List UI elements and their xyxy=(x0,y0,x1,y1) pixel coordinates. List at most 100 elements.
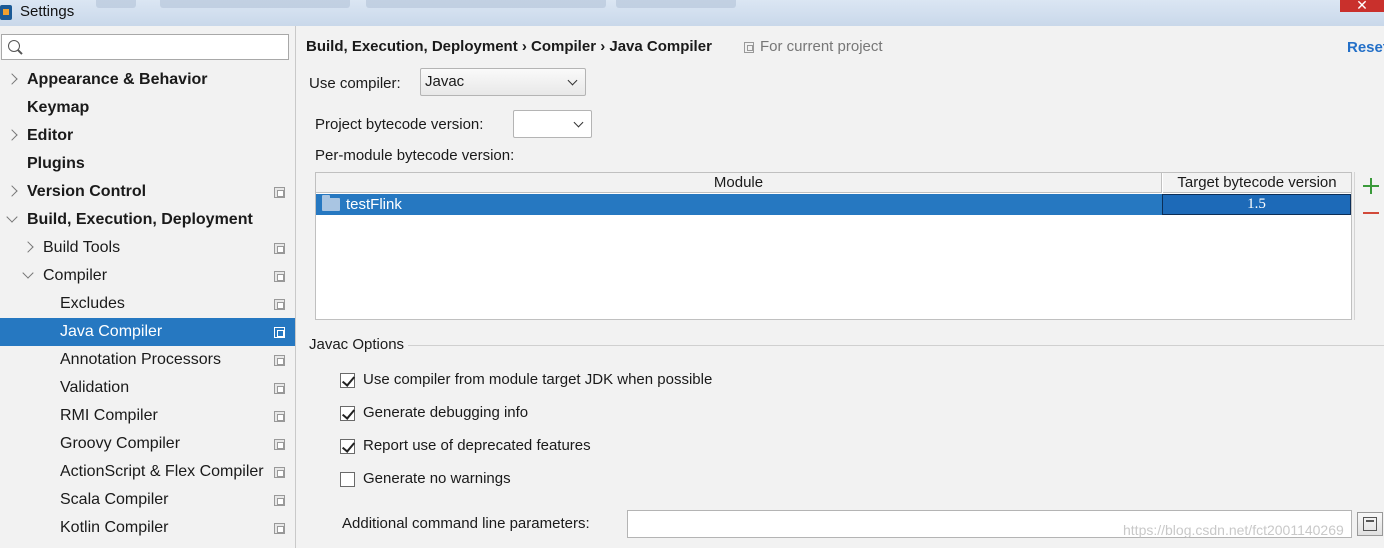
sidebar-item-editor[interactable]: Editor xyxy=(0,122,295,150)
sidebar-item-build-execution-deployment[interactable]: Build, Execution, Deployment xyxy=(0,206,295,234)
option-checkbox[interactable] xyxy=(340,439,355,454)
background-window-tab xyxy=(366,0,606,8)
per-module-label: Per-module bytecode version: xyxy=(315,147,515,164)
chevron-right-icon[interactable] xyxy=(22,241,34,253)
chevron-down-icon xyxy=(573,117,584,128)
sidebar-item-label: Editor xyxy=(27,127,74,144)
sidebar-item-java-compiler[interactable]: Java Compiler xyxy=(0,318,295,346)
sidebar-item-keymap[interactable]: Keymap xyxy=(0,94,295,122)
sidebar-item-plugins[interactable]: Plugins xyxy=(0,150,295,178)
project-scope-icon xyxy=(274,467,285,478)
expand-text-icon xyxy=(1363,517,1377,531)
chevron-right-icon[interactable] xyxy=(6,185,18,197)
module-cell: testFlink xyxy=(346,196,402,213)
window-title: Settings xyxy=(20,3,75,20)
chevron-down-icon[interactable] xyxy=(6,211,18,223)
use-compiler-label: Use compiler: xyxy=(309,75,401,92)
project-bytecode-label: Project bytecode version: xyxy=(315,116,484,133)
sidebar-item-appearance-behavior[interactable]: Appearance & Behavior xyxy=(0,66,295,94)
sidebar-item-label: Annotation Processors xyxy=(60,351,221,368)
option-checkbox[interactable] xyxy=(340,373,355,388)
option-label: Use compiler from module target JDK when… xyxy=(363,371,713,388)
project-scope-icon xyxy=(274,327,285,338)
project-scope-icon xyxy=(744,42,754,53)
column-header-module[interactable]: Module xyxy=(316,173,1162,193)
sidebar-item-label: Kotlin Compiler xyxy=(60,519,169,536)
sidebar-item-label: Version Control xyxy=(27,183,147,200)
sidebar-item-compiler[interactable]: Compiler xyxy=(0,262,295,290)
project-scope-icon xyxy=(274,299,285,310)
sidebar-item-scala-compiler[interactable]: Scala Compiler xyxy=(0,486,295,514)
sidebar-item-actionscript-flex-compiler[interactable]: ActionScript & Flex Compiler xyxy=(0,458,295,486)
project-scope-icon xyxy=(274,411,285,422)
sidebar-item-kotlin-compiler[interactable]: Kotlin Compiler xyxy=(0,514,295,542)
search-input[interactable] xyxy=(26,37,284,57)
java-compiler-panel: Build, Execution, Deployment › Compiler … xyxy=(297,26,1384,548)
sidebar-item-validation[interactable]: Validation xyxy=(0,374,295,402)
sidebar-item-label: ActionScript & Flex Compiler xyxy=(60,463,264,480)
project-scope-icon xyxy=(274,383,285,394)
project-scope-icon xyxy=(274,439,285,450)
sidebar-item-label: Appearance & Behavior xyxy=(27,71,208,88)
project-scope-icon xyxy=(274,243,285,254)
sidebar-item-rmi-compiler[interactable]: RMI Compiler xyxy=(0,402,295,430)
sidebar-item-label: Plugins xyxy=(27,155,85,172)
per-module-table[interactable]: Module Target bytecode version testFlink… xyxy=(315,172,1352,320)
settings-sidebar: Appearance & Behavior Keymap Editor Plugins… xyxy=(0,26,296,548)
search-icon xyxy=(8,40,20,52)
project-scope-icon xyxy=(274,187,285,198)
project-scope-icon xyxy=(274,355,285,366)
option-label: Generate no warnings xyxy=(363,470,511,487)
sidebar-item-label: Keymap xyxy=(27,99,90,116)
settings-search[interactable] xyxy=(1,34,289,60)
watermark: https://blog.csdn.net/fct2001140269 xyxy=(1123,522,1344,538)
option-checkbox[interactable] xyxy=(340,472,355,487)
target-version-cell[interactable]: 1.5 xyxy=(1162,194,1351,215)
column-header-target[interactable]: Target bytecode version xyxy=(1163,173,1351,193)
window-close-button[interactable]: ✕ xyxy=(1340,0,1384,12)
scope-label: For current project xyxy=(760,38,883,55)
expand-params-button[interactable] xyxy=(1357,512,1383,536)
background-window-tab xyxy=(616,0,736,8)
reset-link[interactable]: Reset xyxy=(1347,39,1384,56)
sidebar-item-label: Java Compiler xyxy=(60,323,163,340)
breadcrumb: Build, Execution, Deployment › Compiler … xyxy=(306,38,712,55)
sidebar-item-groovy-compiler[interactable]: Groovy Compiler xyxy=(0,430,295,458)
background-window-tab xyxy=(160,0,350,8)
chevron-right-icon[interactable] xyxy=(6,73,18,85)
sidebar-item-label: Groovy Compiler xyxy=(60,435,181,452)
sidebar-item-build-tools[interactable]: Build Tools xyxy=(0,234,295,262)
table-row[interactable]: testFlink 1.5 xyxy=(316,194,1351,215)
sidebar-item-label: Compiler xyxy=(43,267,108,284)
sidebar-item-version-control[interactable]: Version Control xyxy=(0,178,295,206)
project-bytecode-dropdown[interactable] xyxy=(513,110,592,138)
option-label: Generate debugging info xyxy=(363,404,529,421)
table-toolbar xyxy=(1354,172,1384,320)
sidebar-item-label: Scala Compiler xyxy=(60,491,169,508)
option-checkbox[interactable] xyxy=(340,406,355,421)
chevron-down-icon xyxy=(567,75,578,86)
sidebar-item-label: Validation xyxy=(60,379,130,396)
additional-params-label: Additional command line parameters: xyxy=(342,515,590,532)
sidebar-item-label: Excludes xyxy=(60,295,125,312)
use-compiler-value: Javac xyxy=(425,73,465,90)
project-scope-icon xyxy=(274,271,285,282)
sidebar-item-annotation-processors[interactable]: Annotation Processors xyxy=(0,346,295,374)
app-logo-icon xyxy=(0,5,12,20)
group-divider xyxy=(408,345,1384,346)
javac-options-title: Javac Options xyxy=(309,336,405,353)
background-window-tab xyxy=(96,0,136,8)
sidebar-item-label: Build Tools xyxy=(43,239,121,256)
sidebar-item-excludes[interactable]: Excludes xyxy=(0,290,295,318)
chevron-down-icon[interactable] xyxy=(22,267,34,279)
sidebar-item-label: Build, Execution, Deployment xyxy=(27,211,253,228)
module-folder-icon xyxy=(322,195,340,211)
project-scope-icon xyxy=(274,523,285,534)
plus-icon[interactable] xyxy=(1363,178,1379,194)
sidebar-item-label: RMI Compiler xyxy=(60,407,158,424)
chevron-right-icon[interactable] xyxy=(6,129,18,141)
project-scope-icon xyxy=(274,495,285,506)
use-compiler-dropdown[interactable]: Javac xyxy=(420,68,586,96)
minus-icon[interactable] xyxy=(1363,212,1379,214)
option-label: Report use of deprecated features xyxy=(363,437,591,454)
